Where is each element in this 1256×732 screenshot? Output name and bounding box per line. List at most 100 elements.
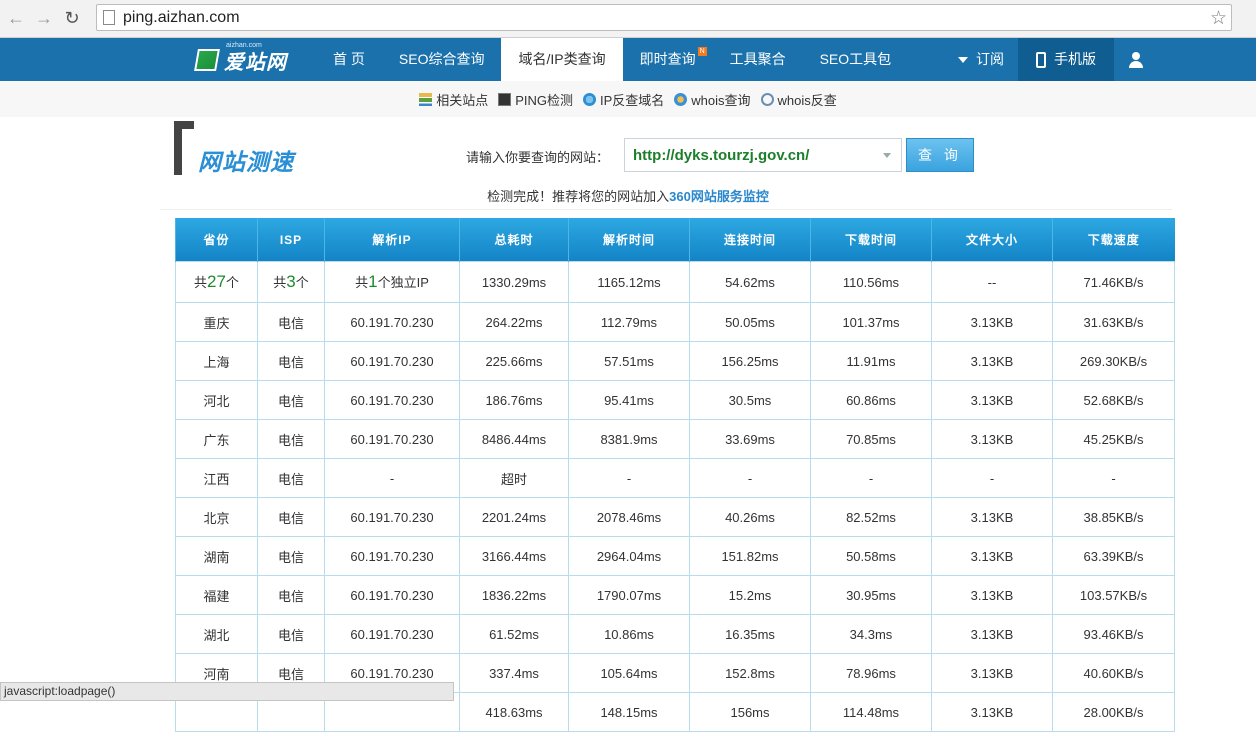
nav-item-3[interactable]: 即时查询 N <box>623 38 713 81</box>
address-bar[interactable]: ping.aizhan.com ☆ <box>96 4 1232 31</box>
cell-province: 上海 <box>175 341 258 381</box>
cell-total: 418.63ms <box>459 692 569 732</box>
table-row: 北京 电信 60.191.70.230 2201.24ms 2078.46ms 40.26… <box>175 497 1175 537</box>
logo-mark-icon <box>194 49 220 71</box>
cell-size: 3.13KB <box>931 497 1053 537</box>
column-header: 文件大小 <box>931 218 1053 262</box>
cell-isp: 电信 <box>257 380 325 420</box>
cell-connect: 15.2ms <box>689 575 811 615</box>
table-row: 重庆 电信 60.191.70.230 264.22ms 112.79ms 50.05ms… <box>175 302 1175 342</box>
mobile-version-button[interactable]: 手机版 <box>1018 38 1114 81</box>
logo-sub: aizhan.com <box>226 42 262 49</box>
url-input-value[interactable]: http://dyks.tourzj.gov.cn/ <box>633 147 809 164</box>
cell-speed: 269.30KB/s <box>1052 341 1175 381</box>
summary-total: 1330.29ms <box>459 261 569 303</box>
status-prefix: 检测完成！推荐将您的网站加入 <box>487 189 670 204</box>
reload-icon[interactable]: ↻ <box>60 7 84 31</box>
search-icon <box>760 92 774 106</box>
cell-ip: 60.191.70.230 <box>324 536 460 576</box>
cell-download: 11.91ms <box>810 341 932 381</box>
subnav-link-3[interactable]: whois查询 <box>674 90 751 109</box>
nav-item-5[interactable]: SEO工具包 <box>803 38 909 81</box>
cell-size: 3.13KB <box>931 302 1053 342</box>
monitor-link[interactable]: 360网站服务监控 <box>669 189 769 204</box>
ping-icon <box>498 92 512 106</box>
cell-province: 北京 <box>175 497 258 537</box>
cell-resolve: 2964.04ms <box>568 536 690 576</box>
column-header: 连接时间 <box>689 218 811 262</box>
cell-ip: 60.191.70.230 <box>324 380 460 420</box>
url-input[interactable]: http://dyks.tourzj.gov.cn/ <box>624 138 902 172</box>
cell-speed: 31.63KB/s <box>1052 302 1175 342</box>
address-url[interactable]: ping.aizhan.com <box>123 9 240 27</box>
cell-total: 8486.44ms <box>459 419 569 459</box>
site-nav: aizhan.com 爱站网 首 页 SEO综合查询 域名/IP类查询 即时查询 N 工具… <box>0 38 1256 81</box>
query-button[interactable]: 查 询 <box>906 138 974 172</box>
cell-size: 3.13KB <box>931 419 1053 459</box>
summary-speed: 71.46KB/s <box>1052 261 1175 303</box>
subnav-link-1[interactable]: PING检测 <box>498 90 573 109</box>
subnav-link-0[interactable]: 相关站点 <box>419 90 488 109</box>
cell-download: 82.52ms <box>810 497 932 537</box>
nav-item-0[interactable]: 首 页 <box>316 38 382 81</box>
logo-text: 爱站网 <box>224 51 287 74</box>
cell-province: 江西 <box>175 458 258 498</box>
cell-total: 264.22ms <box>459 302 569 342</box>
cell-size: 3.13KB <box>931 380 1053 420</box>
forward-icon[interactable]: → <box>32 7 56 31</box>
cell-speed: 93.46KB/s <box>1052 614 1175 654</box>
cell-download: 50.58ms <box>810 536 932 576</box>
cell-download: 30.95ms <box>810 575 932 615</box>
subnav-link-4[interactable]: whois反查 <box>760 90 837 109</box>
nav-item-label: 即时查询 <box>639 51 696 67</box>
phone-icon <box>1036 52 1046 69</box>
user-icon <box>1128 52 1144 69</box>
column-header: 解析时间 <box>568 218 690 262</box>
nav-item-1[interactable]: SEO综合查询 <box>382 38 502 81</box>
results-table: 省份 ISP 解析IP 总耗时 解析时间 连接时间 下载时间 文件大小 下载速度 共27个 共3… <box>175 218 1175 732</box>
cell-speed: 38.85KB/s <box>1052 497 1175 537</box>
sub-nav: 相关站点 PING检测 IP反查域名 whois查询 whois反查 <box>0 81 1256 117</box>
subscribe-button[interactable]: 订阅 <box>944 38 1018 81</box>
cell-ip: 60.191.70.230 <box>324 419 460 459</box>
column-header: 省份 <box>175 218 258 262</box>
dropdown-arrow-icon[interactable] <box>883 153 891 158</box>
cell-connect: - <box>689 458 811 498</box>
cell-resolve: 57.51ms <box>568 341 690 381</box>
back-icon[interactable]: ← <box>4 7 28 31</box>
table-row: 湖北 电信 60.191.70.230 61.52ms 10.86ms 16.35ms 34… <box>175 614 1175 654</box>
site-logo[interactable]: aizhan.com 爱站网 <box>194 42 296 76</box>
cell-download: 101.37ms <box>810 302 932 342</box>
cell-total: 225.66ms <box>459 341 569 381</box>
subnav-link-2[interactable]: IP反查域名 <box>583 90 664 109</box>
column-header: 下载时间 <box>810 218 932 262</box>
cell-total: 186.76ms <box>459 380 569 420</box>
mobile-label: 手机版 <box>1054 51 1096 67</box>
subnav-label: 相关站点 <box>436 92 489 108</box>
user-button[interactable] <box>1114 38 1158 81</box>
subnav-label: IP反查域名 <box>600 92 665 108</box>
nav-item-2[interactable]: 域名/IP类查询 <box>501 38 623 81</box>
cell-size: - <box>931 458 1053 498</box>
whois-icon <box>674 92 688 106</box>
table-row: 广东 电信 60.191.70.230 8486.44ms 8381.9ms 33.69m… <box>175 419 1175 459</box>
cell-ip: 60.191.70.230 <box>324 575 460 615</box>
cell-speed: 45.25KB/s <box>1052 419 1175 459</box>
cell-resolve: 112.79ms <box>568 302 690 342</box>
cell-resolve: 2078.46ms <box>568 497 690 537</box>
cell-speed: - <box>1052 458 1175 498</box>
cell-connect: 33.69ms <box>689 419 811 459</box>
cell-connect: 40.26ms <box>689 497 811 537</box>
cell-download: 34.3ms <box>810 614 932 654</box>
cell-download: 114.48ms <box>810 692 932 732</box>
bookmark-star-icon[interactable]: ☆ <box>1210 7 1227 30</box>
cell-download: - <box>810 458 932 498</box>
nav-item-4[interactable]: 工具聚合 <box>713 38 803 81</box>
cell-size: 3.13KB <box>931 692 1053 732</box>
column-header: 解析IP <box>324 218 460 262</box>
cell-total: 337.4ms <box>459 653 569 693</box>
cell-resolve: 148.15ms <box>568 692 690 732</box>
cell-resolve: - <box>568 458 690 498</box>
browser-toolbar: ← → ↻ ping.aizhan.com ☆ <box>0 0 1256 38</box>
cell-resolve: 8381.9ms <box>568 419 690 459</box>
